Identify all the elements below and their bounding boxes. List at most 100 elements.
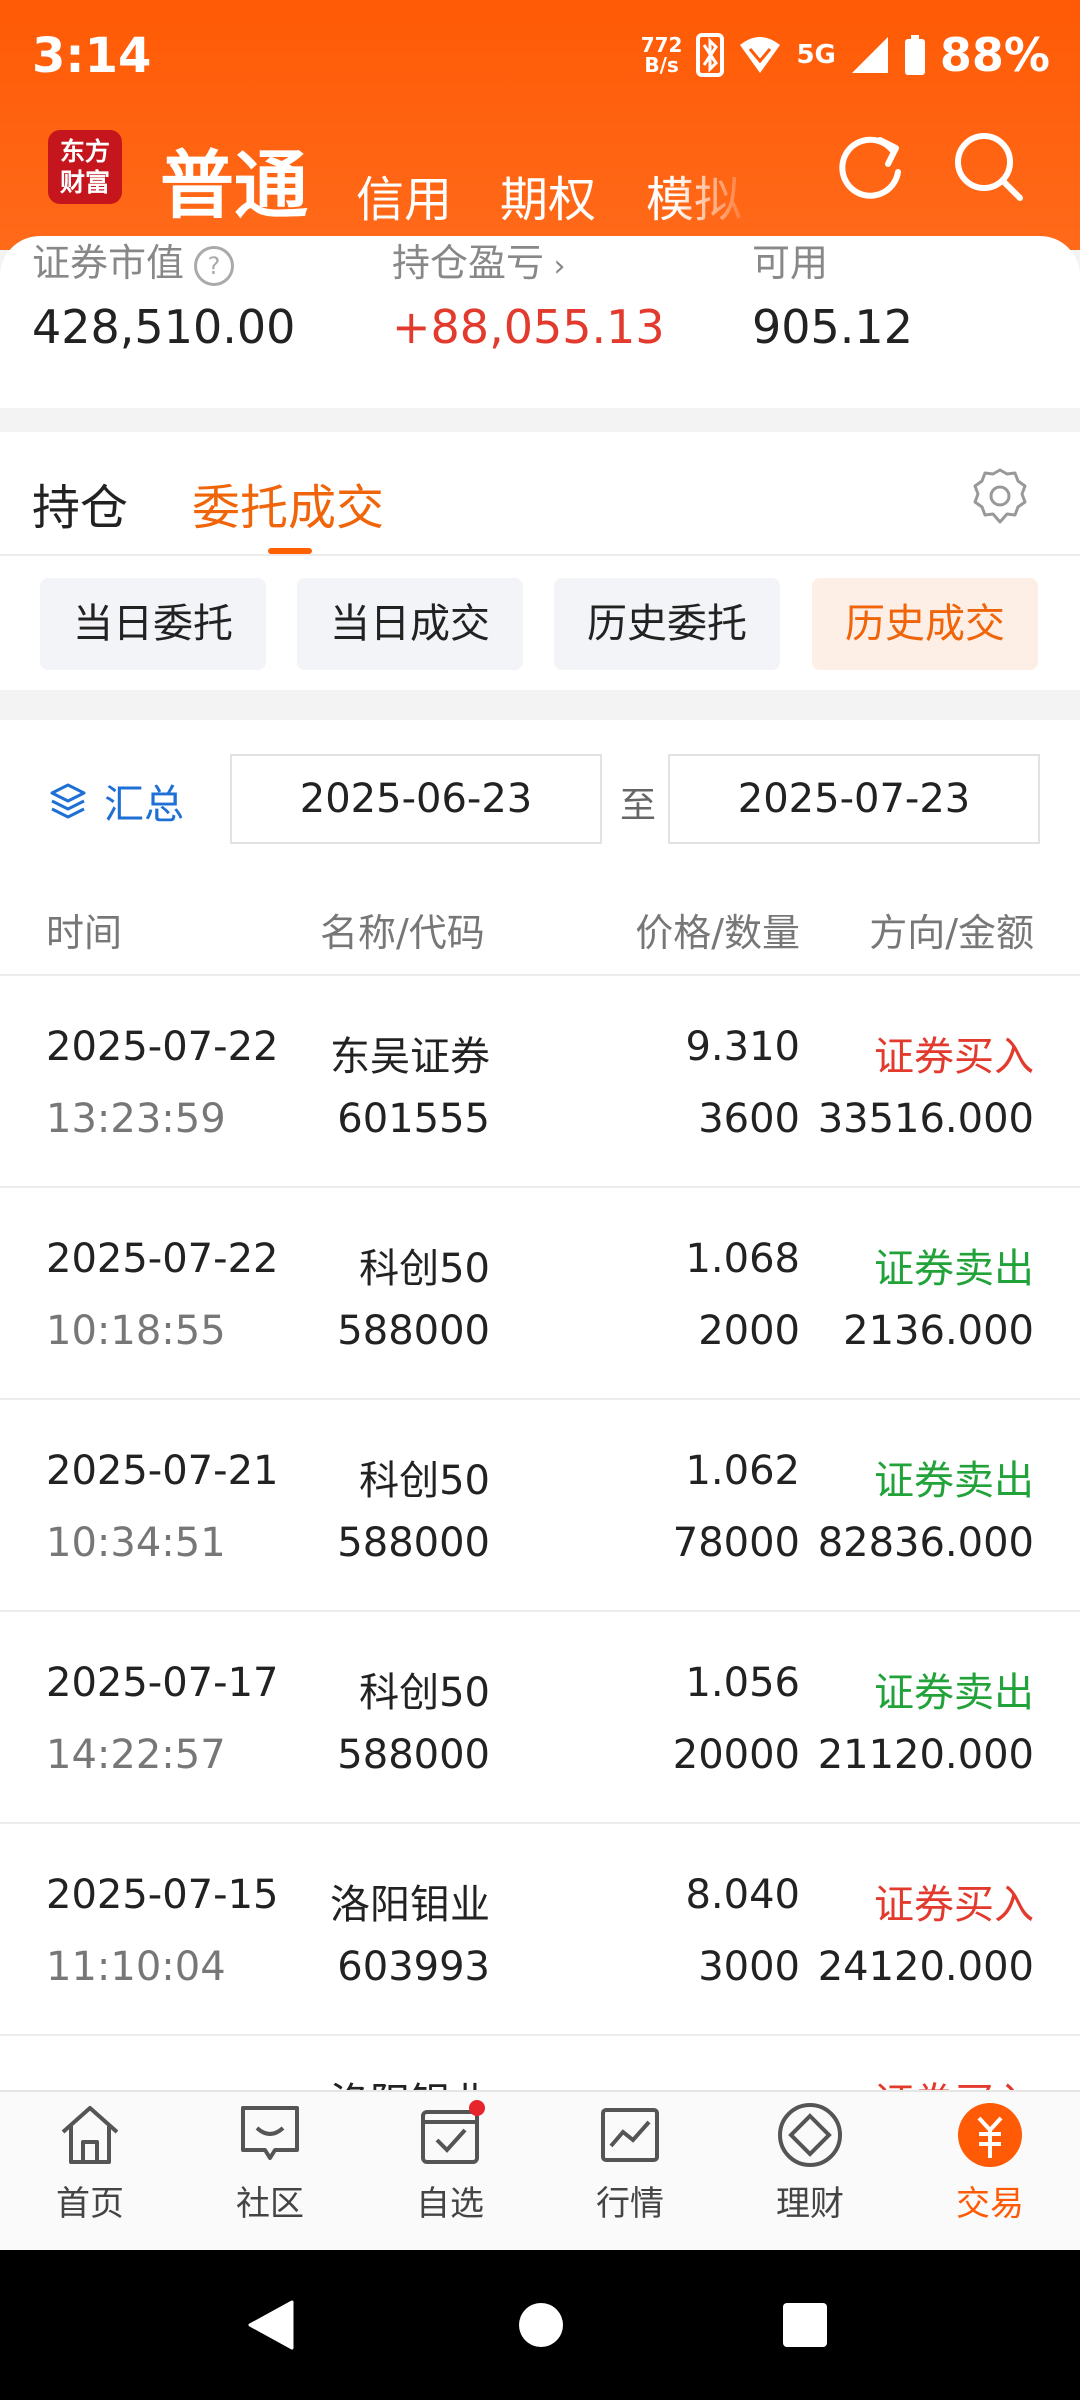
chart-icon [601,2108,659,2162]
row-divider [0,1822,1080,1824]
layers-icon [50,783,86,819]
trade-price: 9.310 [685,1024,800,1070]
trade-quantity: 3000 [698,1944,800,1990]
stock-name: 洛阳钼业 [330,2070,490,2092]
nav-community[interactable]: 社区 [200,2100,340,2225]
stock-name: 洛阳钼业 [330,1882,490,1928]
tab-account-normal[interactable]: 普通 [160,126,308,233]
trade-time: 14:22:57 [46,1732,226,1778]
stock-name: 科创50 [359,1246,490,1292]
nav-home[interactable]: 首页 [20,2100,160,2225]
trade-date: 2025-07-17 [46,1660,279,1706]
col-header-name: 名称/代码 [320,911,485,955]
available-label: 可用 [752,241,829,285]
summary-toggle[interactable]: 汇总 [48,772,184,830]
trade-direction: 证券卖出 [874,1458,1034,1504]
nav-wealth[interactable]: 理财 [740,2100,880,2225]
tab-account-options[interactable]: 期权 [500,160,596,230]
start-date-field[interactable]: 2025-06-23 [230,754,602,844]
home-icon [61,2106,119,2164]
trade-direction: 证券卖出 [874,1246,1034,1292]
stock-code: 588000 [337,1308,490,1354]
status-icons: 772 B/s 5G 88% [641,28,1050,82]
trade-direction: 证券买入 [874,2070,1034,2092]
sub-tab-history-orders[interactable]: 历史委托 [554,578,780,670]
network-type: 5G [796,40,836,70]
trade-amount: 2136.000 [843,1308,1034,1354]
gear-icon[interactable] [970,466,1030,526]
trade-date: 2025-07-22 [46,1024,279,1070]
table-row-partial[interactable]: 洛阳钼业 证券买入 [0,2036,1080,2092]
tab-account-simulated[interactable]: 模拟 [646,160,742,230]
tab-account-credit[interactable]: 信用 [356,160,452,230]
trade-date: 2025-07-21 [46,1448,279,1494]
market-value-label: 证券市值? [32,232,235,287]
stock-name: 科创50 [359,1670,490,1716]
trade-direction: 证券买入 [874,1882,1034,1928]
end-date-field[interactable]: 2025-07-23 [668,754,1040,844]
help-icon[interactable]: ? [194,245,235,286]
available-value: 905.12 [752,300,913,354]
row-divider [0,1186,1080,1188]
back-icon[interactable] [246,2298,296,2352]
home-circle-icon[interactable] [518,2302,564,2348]
sub-tab-today-orders[interactable]: 当日委托 [40,578,266,670]
row-divider [0,1610,1080,1612]
bluetooth-icon [696,33,725,77]
trade-amount: 24120.000 [817,1944,1034,1990]
trade-icon [958,2103,1022,2167]
tab-orders-trades[interactable]: 委托成交 [192,468,384,538]
search-icon[interactable] [950,128,1028,206]
sub-tab-history-trades[interactable]: 历史成交 [812,578,1038,670]
wealth-icon [778,2103,842,2167]
battery-level: 88% [939,28,1050,82]
app-logo: 东方财富 [48,130,122,204]
trade-price: 1.062 [685,1448,800,1494]
trade-quantity: 3600 [698,1096,800,1142]
trade-amount: 33516.000 [817,1096,1034,1142]
refresh-icon[interactable] [832,128,910,206]
trade-quantity: 20000 [672,1732,800,1778]
recents-icon[interactable] [782,2302,828,2348]
signal-icon [851,37,888,73]
trade-quantity: 2000 [698,1308,800,1354]
stock-name: 东吴证券 [330,1034,490,1080]
net-speed: 772 B/s [640,33,683,77]
stock-code: 588000 [337,1732,490,1778]
trade-direction: 证券卖出 [874,1670,1034,1716]
watchlist-icon [421,2100,485,2164]
row-divider [0,1398,1080,1400]
nav-watchlist[interactable]: 自选 [380,2100,520,2225]
chevron-right-icon: › [544,249,566,284]
tab-holdings[interactable]: 持仓 [32,468,128,538]
battery-icon [904,35,925,75]
stock-code: 588000 [337,1520,490,1566]
stock-name: 科创50 [359,1458,490,1504]
stock-code: 603993 [337,1944,490,1990]
status-time: 3:14 [32,28,152,84]
trade-time: 10:18:55 [46,1308,226,1354]
pnl-label[interactable]: 持仓盈亏 › [392,232,566,287]
nav-trade[interactable]: 交易 [920,2100,1060,2225]
market-value: 428,510.00 [32,300,296,354]
trade-date: 2025-07-15 [46,1872,279,1918]
trade-time: 11:10:04 [46,1944,226,1990]
bottom-nav [0,2090,1080,2252]
col-header-direction: 方向/金额 [869,911,1034,955]
trade-time: 13:23:59 [46,1096,226,1142]
trade-price: 8.040 [685,1872,800,1918]
sub-tab-today-trades[interactable]: 当日成交 [297,578,523,670]
col-header-price: 价格/数量 [635,911,800,955]
trade-amount: 21120.000 [817,1732,1034,1778]
trade-quantity: 78000 [672,1520,800,1566]
trade-price: 1.068 [685,1236,800,1282]
trade-direction: 证券买入 [874,1034,1034,1080]
col-header-time: 时间 [46,911,123,955]
header-divider [0,974,1080,976]
pnl-value: +88,055.13 [392,300,665,354]
chat-icon [241,2106,299,2160]
date-range-separator: 至 [620,785,657,826]
trade-time: 10:34:51 [46,1520,226,1566]
wifi-icon [740,37,781,73]
nav-market[interactable]: 行情 [560,2100,700,2225]
